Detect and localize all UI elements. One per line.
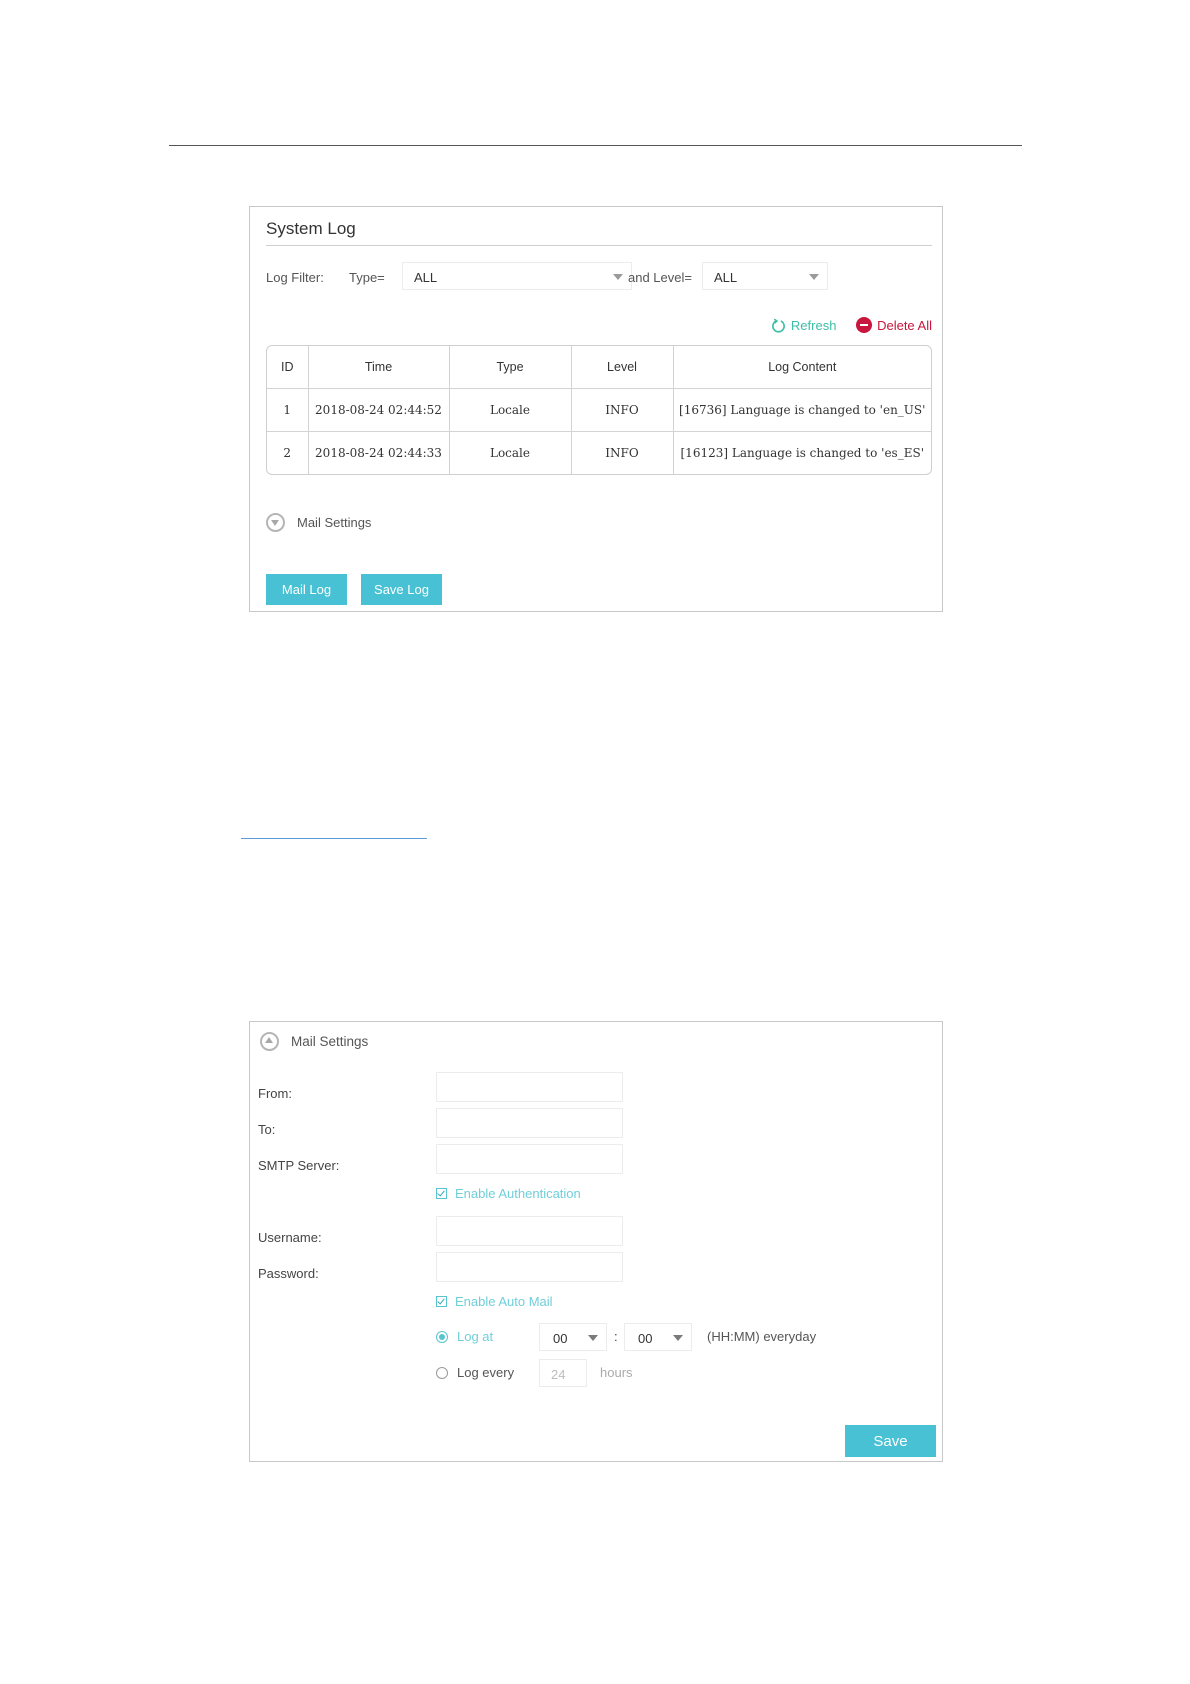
log-at-radio[interactable]: Log at bbox=[436, 1329, 493, 1344]
cell-log-content: [16123] Language is changed to 'es_ES' bbox=[680, 446, 925, 460]
radio-selected-icon bbox=[436, 1330, 448, 1343]
log-table: ID Time Type Level Log Content 1 2018-08… bbox=[266, 345, 932, 475]
enable-auto-mail-checkbox[interactable]: Enable Auto Mail bbox=[436, 1294, 553, 1309]
cell-id: 2 bbox=[267, 431, 309, 474]
log-filter-label: Log Filter: bbox=[266, 270, 324, 285]
cell-level: INFO bbox=[571, 431, 674, 474]
table-header-row: ID Time Type Level Log Content bbox=[267, 346, 931, 389]
mail-settings-panel: Mail Settings From: To: SMTP Server: Ena… bbox=[249, 1021, 943, 1462]
cell-log-content: [16736] Language is changed to 'en_US' bbox=[673, 388, 931, 432]
panel-title: System Log bbox=[266, 219, 356, 238]
cell-type: Locale bbox=[449, 431, 572, 474]
password-label: Password: bbox=[258, 1266, 319, 1281]
chevron-down-circle-icon bbox=[266, 513, 285, 532]
log-at-hour-select[interactable]: 00 bbox=[539, 1323, 607, 1351]
username-input[interactable] bbox=[436, 1216, 623, 1246]
save-button[interactable]: Save bbox=[845, 1425, 936, 1457]
cell-type: Locale bbox=[449, 388, 572, 432]
log-every-label: Log every bbox=[457, 1365, 515, 1380]
username-label: Username: bbox=[258, 1230, 322, 1245]
level-filter-label: and Level= bbox=[628, 270, 692, 285]
log-every-unit: hours bbox=[600, 1365, 633, 1380]
cell-time: 2018-08-24 02:44:33 bbox=[308, 431, 450, 474]
from-label: From: bbox=[258, 1086, 292, 1101]
chevron-down-icon bbox=[809, 274, 819, 280]
chevron-down-icon bbox=[613, 274, 623, 280]
checkbox-checked-icon bbox=[436, 1188, 447, 1199]
radio-unselected-icon bbox=[436, 1366, 448, 1379]
page-header-rule bbox=[169, 145, 1022, 146]
chevron-up-circle-icon bbox=[260, 1032, 279, 1051]
refresh-icon bbox=[771, 318, 785, 333]
delete-all-button[interactable]: Delete All bbox=[856, 317, 932, 333]
log-every-input[interactable]: 24 bbox=[539, 1359, 587, 1387]
log-at-suffix: (HH:MM) everyday bbox=[707, 1329, 817, 1344]
link-underline bbox=[241, 838, 427, 839]
table-row: 1 2018-08-24 02:44:52 Locale INFO [16736… bbox=[267, 388, 931, 432]
type-filter-value: ALL bbox=[414, 270, 438, 285]
log-every-radio[interactable]: Log every bbox=[436, 1365, 514, 1380]
refresh-button[interactable]: Refresh bbox=[771, 318, 837, 333]
log-filter-row: Log Filter: Type= ALL and Level= ALL bbox=[266, 262, 926, 292]
level-filter-value: ALL bbox=[714, 270, 738, 285]
system-log-panel: System Log Log Filter: Type= ALL and Lev… bbox=[249, 206, 943, 612]
type-filter-label: Type= bbox=[349, 270, 385, 285]
time-separator: : bbox=[614, 1329, 618, 1344]
type-filter-select[interactable]: ALL bbox=[402, 262, 632, 290]
table-row: 2 2018-08-24 02:44:33 Locale INFO [16123… bbox=[267, 431, 931, 474]
log-at-minute-select[interactable]: 00 bbox=[624, 1323, 692, 1351]
column-header-log-content: Log Content bbox=[673, 346, 931, 389]
to-input[interactable] bbox=[436, 1108, 623, 1138]
minute-value: 00 bbox=[638, 1331, 653, 1346]
cell-level: INFO bbox=[571, 388, 674, 432]
column-header-time: Time bbox=[308, 346, 450, 389]
chevron-down-icon bbox=[673, 1335, 683, 1341]
level-filter-select[interactable]: ALL bbox=[702, 262, 828, 290]
mail-settings-title: Mail Settings bbox=[291, 1034, 369, 1049]
log-at-label: Log at bbox=[457, 1329, 494, 1344]
cell-id: 1 bbox=[267, 388, 309, 432]
refresh-label: Refresh bbox=[790, 318, 837, 333]
mail-settings-toggle-label: Mail Settings bbox=[297, 515, 372, 530]
delete-all-label: Delete All bbox=[877, 317, 932, 333]
log-every-value: 24 bbox=[551, 1367, 566, 1382]
cell-time: 2018-08-24 02:44:52 bbox=[308, 388, 450, 432]
hour-value: 00 bbox=[553, 1331, 568, 1346]
mail-log-button[interactable]: Mail Log bbox=[266, 574, 347, 605]
save-log-button[interactable]: Save Log bbox=[361, 574, 442, 605]
column-header-id: ID bbox=[267, 346, 309, 389]
smtp-server-label: SMTP Server: bbox=[258, 1158, 340, 1173]
title-divider bbox=[266, 245, 932, 246]
enable-authentication-checkbox[interactable]: Enable Authentication bbox=[436, 1186, 581, 1201]
column-header-type: Type bbox=[449, 346, 572, 389]
enable-auto-mail-label: Enable Auto Mail bbox=[455, 1294, 553, 1309]
smtp-server-input[interactable] bbox=[436, 1144, 623, 1174]
chevron-down-icon bbox=[588, 1335, 598, 1341]
password-input[interactable] bbox=[436, 1252, 623, 1282]
checkbox-checked-icon bbox=[436, 1296, 447, 1307]
log-actions: Refresh Delete All bbox=[755, 317, 932, 337]
mail-settings-collapse[interactable]: Mail Settings bbox=[260, 1032, 368, 1051]
from-input[interactable] bbox=[436, 1072, 623, 1102]
to-label: To: bbox=[258, 1122, 276, 1137]
mail-settings-toggle[interactable]: Mail Settings bbox=[266, 513, 371, 532]
column-header-level: Level bbox=[571, 346, 674, 389]
enable-authentication-label: Enable Authentication bbox=[455, 1186, 581, 1201]
minus-circle-icon bbox=[856, 317, 873, 333]
